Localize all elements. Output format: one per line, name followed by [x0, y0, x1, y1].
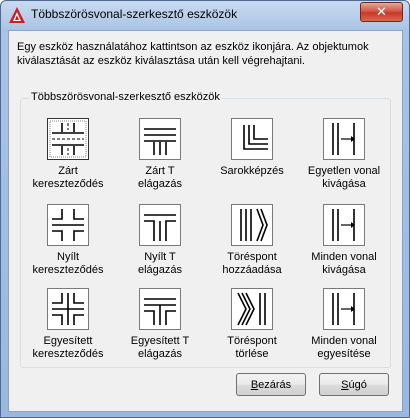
corner-joint-label: Sarokképzés [220, 165, 284, 177]
corner-joint-icon [243, 125, 268, 150]
tool-closed-tee: Zárt T elágazás [117, 118, 203, 191]
cut-all-label: Minden vonal kivágása [311, 251, 377, 276]
dialog-window: Többszörösvonal-szerkesztő eszközök ✕ Eg… [0, 0, 410, 418]
cut-all-icon [332, 209, 355, 241]
close-icon: ✕ [376, 4, 387, 19]
merged-tee-icon [144, 298, 176, 325]
tool-add-vertex: Töréspont hozzáadása [209, 204, 295, 277]
delete-vertex-label: Töréspont törlése [227, 335, 277, 360]
closed-cross-button[interactable] [47, 118, 89, 160]
tool-closed-cross: Zárt kereszteződés [25, 118, 111, 191]
tool-merged-tee: Egyesített T elágazás [117, 288, 203, 361]
open-tee-button[interactable] [139, 204, 181, 246]
weld-all-icon [332, 293, 355, 325]
delete-vertex-icon [237, 292, 266, 326]
tools-group-title: Többszörösvonal-szerkesztő eszközök [29, 91, 222, 103]
help-button[interactable]: Súgó [319, 373, 389, 396]
add-vertex-button[interactable] [231, 204, 273, 246]
merged-tee-button[interactable] [139, 288, 181, 330]
dialog-client-area: Egy eszköz használatához kattintson az e… [8, 30, 403, 412]
closed-cross-label: Zárt kereszteződés [32, 165, 104, 190]
merged-cross-button[interactable] [47, 288, 89, 330]
tool-merged-cross: Egyesített kereszteződés [25, 288, 111, 361]
open-tee-icon [144, 214, 176, 241]
open-cross-label: Nyílt kereszteződés [32, 251, 104, 276]
corner-joint-button[interactable] [231, 118, 273, 160]
autocad-app-icon [9, 7, 25, 23]
merged-cross-label: Egyesített kereszteződés [32, 335, 104, 360]
delete-vertex-button[interactable] [231, 288, 273, 330]
closed-tee-label: Zárt T elágazás [137, 165, 183, 190]
tool-open-tee: Nyílt T elágazás [117, 204, 203, 277]
tool-weld-all: Minden vonal egyesítése [301, 288, 387, 361]
window-title: Többszörösvonal-szerkesztő eszközök [31, 7, 238, 21]
tools-group: Többszörösvonal-szerkesztő eszközök Zárt… [20, 91, 391, 368]
add-vertex-icon [240, 208, 268, 242]
merged-tee-label: Egyesített T elágazás [130, 335, 190, 360]
closed-cross-icon [49, 120, 87, 158]
weld-all-button[interactable] [323, 288, 365, 330]
cut-single-icon [332, 123, 355, 155]
closed-tee-button[interactable] [139, 118, 181, 160]
weld-all-label: Minden vonal egyesítése [311, 335, 377, 360]
open-cross-icon [52, 209, 84, 241]
close-button[interactable]: Bezárás [236, 373, 306, 396]
close-window-button[interactable]: ✕ [360, 2, 403, 22]
tool-delete-vertex: Töréspont törlése [209, 288, 295, 361]
title-bar[interactable]: Többszörösvonal-szerkesztő eszközök ✕ [1, 1, 409, 29]
tool-corner-joint: Sarokképzés [209, 118, 295, 178]
cut-all-button[interactable] [323, 204, 365, 246]
merged-cross-icon [52, 293, 84, 325]
open-tee-label: Nyílt T elágazás [137, 251, 183, 276]
cut-single-button[interactable] [323, 118, 365, 160]
open-cross-button[interactable] [47, 204, 89, 246]
tool-open-cross: Nyílt kereszteződés [25, 204, 111, 277]
add-vertex-label: Töréspont hozzáadása [222, 251, 282, 276]
tool-cut-all: Minden vonal kivágása [301, 204, 387, 277]
instructions-text: Egy eszköz használatához kattintson az e… [17, 41, 369, 67]
cut-single-label: Egyetlen vonal kivágása [307, 165, 381, 190]
closed-tee-icon [144, 128, 176, 155]
tool-cut-single: Egyetlen vonal kivágása [301, 118, 387, 191]
